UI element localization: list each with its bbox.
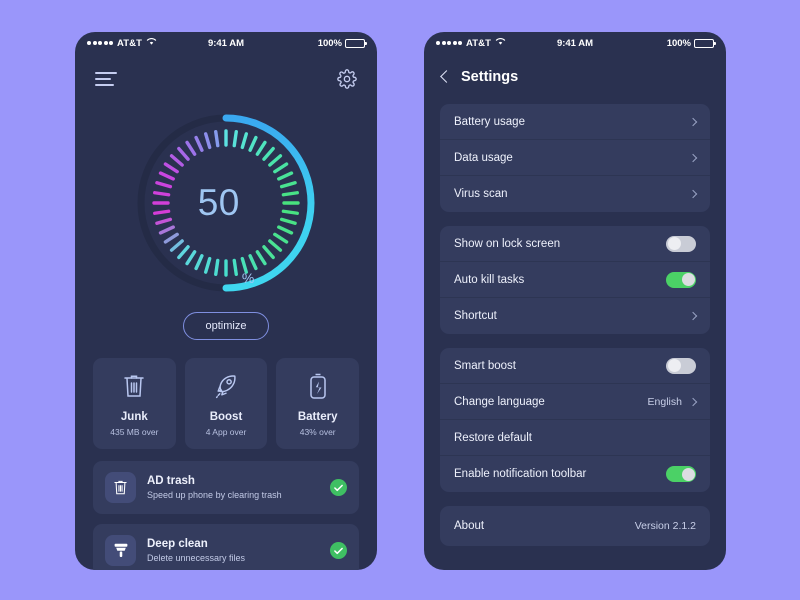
toggle-switch-smart-boost[interactable] — [666, 357, 696, 374]
settings-row-value: English — [647, 395, 682, 408]
stat-card-title: Boost — [209, 411, 243, 423]
brush-icon — [105, 535, 136, 566]
trash-icon — [105, 472, 136, 503]
status-bar-left: AT&T — [87, 37, 157, 49]
battery-icon — [694, 38, 716, 48]
gauge-value-group: 50 % — [131, 108, 321, 298]
stat-card-subtitle: 43% over — [299, 427, 336, 437]
settings-group: About Version 2.1.2 — [440, 506, 710, 546]
settings-row-show-on-lock-screen[interactable]: Show on lock screen — [440, 226, 710, 262]
status-bar-right: 100% — [666, 37, 716, 49]
action-title: AD trash — [147, 475, 195, 487]
action-item-deep-clean[interactable]: Deep clean Delete unnecessary files — [93, 524, 359, 570]
settings-row-label: Enable notification toolbar — [454, 468, 587, 480]
settings-nav-bar: Settings — [424, 54, 726, 100]
stat-card-subtitle: 435 MB over — [110, 427, 159, 437]
settings-row-enable-notification-toolbar[interactable]: Enable notification toolbar — [440, 456, 710, 492]
chevron-right-icon — [688, 311, 698, 321]
wifi-icon — [495, 37, 506, 49]
action-subtitle: Delete unnecessary files — [147, 553, 246, 563]
toggle-knob — [681, 273, 695, 286]
settings-phone-frame: AT&T 9:41 AM 100% Settings Battery usage… — [424, 32, 726, 570]
settings-group-list: Battery usage Data usage Virus scan Show on… — [424, 100, 726, 546]
gauge-value: 50 — [197, 182, 240, 223]
chevron-right-icon — [688, 117, 698, 126]
settings-row-label: Change language — [454, 395, 545, 408]
usage-gauge: 50 % — [131, 108, 321, 298]
toggle-switch-show-on-lock-screen[interactable] — [666, 235, 696, 252]
toggle-knob — [667, 237, 681, 250]
action-text: AD trash Speed up phone by clearing tras… — [147, 475, 319, 500]
settings-row-label: Data usage — [454, 151, 513, 164]
settings-row-label: Smart boost — [454, 359, 516, 372]
rocket-icon — [189, 371, 264, 401]
chevron-right-icon — [688, 397, 698, 406]
battery-percent-label: 100% — [666, 37, 691, 49]
toggle-knob — [667, 359, 681, 372]
wifi-icon — [146, 37, 157, 49]
stat-card-row: Junk 435 MB over Boost 4 App over Batter… — [75, 340, 377, 449]
battery-percent-label: 100% — [317, 37, 342, 49]
settings-row-label: Shortcut — [454, 310, 497, 322]
signal-dots-icon — [87, 41, 113, 45]
settings-row-battery-usage[interactable]: Battery usage — [440, 104, 710, 140]
action-item-ad-trash[interactable]: AD trash Speed up phone by clearing tras… — [93, 461, 359, 514]
check-circle-icon — [330, 479, 347, 496]
signal-dots-icon — [436, 41, 462, 45]
chevron-left-icon[interactable] — [440, 70, 453, 83]
stat-card-battery[interactable]: Battery 43% over — [276, 358, 360, 449]
settings-row-value: Version 2.1.2 — [634, 520, 696, 532]
optimize-button[interactable]: optimize — [182, 312, 270, 340]
action-subtitle: Speed up phone by clearing trash — [147, 490, 282, 500]
settings-group: Show on lock screen Auto kill tasks Shortc… — [440, 226, 710, 334]
gear-icon[interactable] — [337, 69, 357, 89]
trash-icon — [97, 371, 172, 401]
stat-card-subtitle: 4 App over — [205, 427, 247, 437]
action-list: AD trash Speed up phone by clearing tras… — [75, 449, 377, 570]
toggle-switch-auto-kill-tasks[interactable] — [666, 271, 696, 288]
carrier-label: AT&T — [117, 37, 143, 49]
battery-icon — [345, 38, 367, 48]
stat-card-title: Battery — [297, 411, 338, 423]
status-bar-home: AT&T 9:41 AM 100% — [75, 32, 377, 54]
home-toolbar — [75, 54, 377, 104]
check-circle-icon — [330, 542, 347, 559]
settings-row-label: Battery usage — [454, 115, 525, 128]
home-phone-frame: AT&T 9:41 AM 100% 50 % optimize Junk 435… — [75, 32, 377, 570]
settings-row-label: Restore default — [454, 431, 532, 444]
stat-card-boost[interactable]: Boost 4 App over — [184, 358, 268, 449]
optimize-row: optimize — [75, 312, 377, 340]
settings-row-label: Show on lock screen — [454, 237, 561, 250]
settings-group: Smart boost Change language English Restore… — [440, 348, 710, 492]
settings-group: Battery usage Data usage Virus scan — [440, 104, 710, 212]
settings-row-shortcut[interactable]: Shortcut — [440, 298, 710, 334]
settings-row-data-usage[interactable]: Data usage — [440, 140, 710, 176]
settings-row-label: About — [454, 520, 485, 532]
page-title: Settings — [461, 69, 519, 85]
hamburger-menu-icon[interactable] — [95, 71, 117, 87]
chevron-right-icon — [688, 153, 698, 162]
settings-row-auto-kill-tasks[interactable]: Auto kill tasks — [440, 262, 710, 298]
stat-card-title: Junk — [120, 411, 148, 423]
action-text: Deep clean Delete unnecessary files — [147, 538, 319, 563]
settings-row-change-language[interactable]: Change language English — [440, 384, 710, 420]
action-title: Deep clean — [147, 538, 208, 550]
settings-row-label: Virus scan — [454, 188, 508, 200]
chevron-right-icon — [688, 189, 698, 199]
settings-row-restore-default[interactable]: Restore default — [440, 420, 710, 456]
status-bar-left: AT&T — [436, 37, 506, 49]
settings-row-about[interactable]: About Version 2.1.2 — [440, 506, 710, 546]
carrier-label: AT&T — [466, 37, 492, 49]
settings-row-virus-scan[interactable]: Virus scan — [440, 176, 710, 212]
gauge-unit: % — [241, 270, 255, 286]
settings-row-smart-boost[interactable]: Smart boost — [440, 348, 710, 384]
status-bar-settings: AT&T 9:41 AM 100% — [424, 32, 726, 54]
toggle-switch-enable-notification-toolbar[interactable] — [666, 466, 696, 482]
status-bar-right: 100% — [317, 37, 367, 49]
settings-row-label: Auto kill tasks — [454, 273, 525, 286]
toggle-knob — [681, 467, 695, 481]
battery-bolt-icon — [280, 371, 355, 401]
stat-card-junk[interactable]: Junk 435 MB over — [93, 358, 176, 449]
